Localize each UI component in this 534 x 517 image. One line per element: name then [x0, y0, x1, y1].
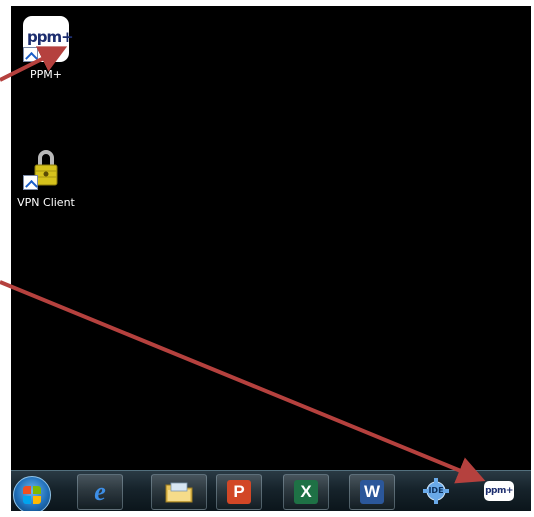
annotation-arrow-to-taskbar-icon: [0, 280, 486, 484]
annotation-arrows: [0, 46, 486, 484]
annotation-arrow-to-desktop-icon: [0, 46, 68, 82]
